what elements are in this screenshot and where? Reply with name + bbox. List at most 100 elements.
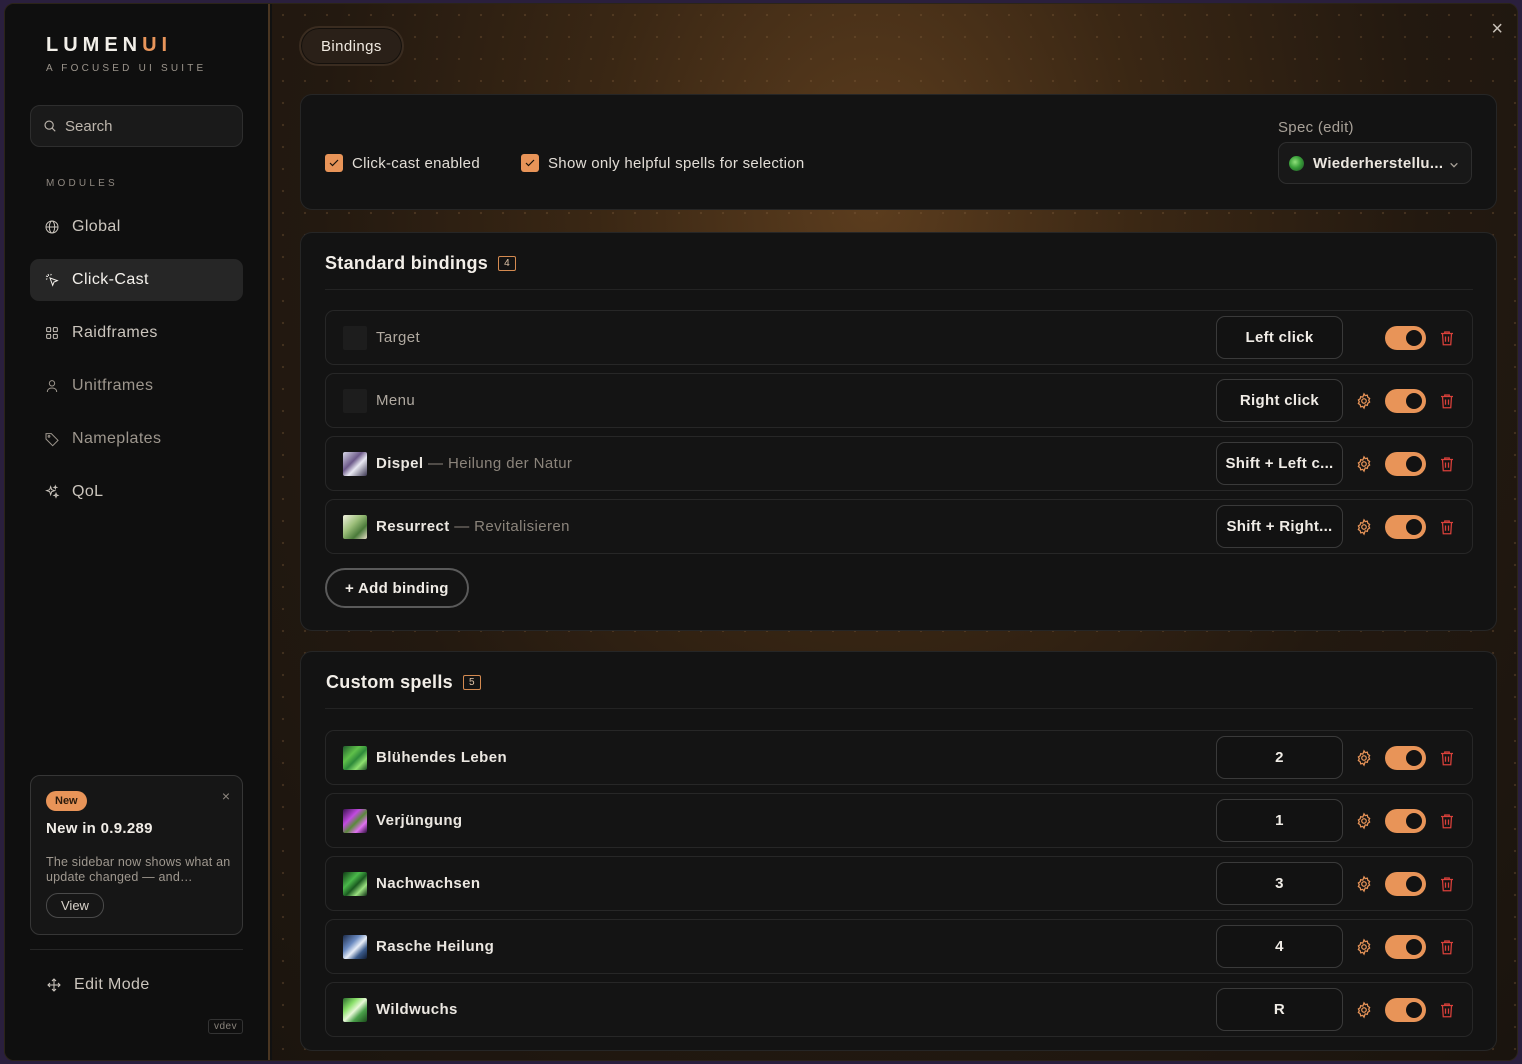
spell-name: Verjüngung (376, 812, 463, 829)
binding-key-button[interactable]: Shift + Left c... (1216, 442, 1343, 485)
gear-icon[interactable] (1355, 938, 1373, 956)
search-input[interactable] (65, 117, 225, 135)
regrowth-spell-icon (343, 872, 367, 896)
main-panel: Bindings × Click-cast enabled Show only … (272, 4, 1517, 1060)
binding-key-button[interactable]: 1 (1216, 799, 1343, 842)
trash-icon[interactable] (1438, 938, 1456, 956)
custom-spell-row: Blühendes Leben 2 (325, 730, 1473, 785)
chevron-down-icon (1449, 157, 1459, 168)
spec-value: Wiederherstellu... (1313, 154, 1444, 172)
trash-icon[interactable] (1438, 455, 1456, 473)
spell-subname: — Revitalisieren (454, 518, 570, 535)
sidebar-item-click-cast[interactable]: Click-Cast (30, 259, 243, 301)
helpful-only-checkbox[interactable]: Show only helpful spells for selection (521, 154, 805, 172)
sidebar-item-nameplates[interactable]: Nameplates (30, 418, 243, 460)
lifebloom-spell-icon (343, 746, 367, 770)
dispel-spell-icon (343, 452, 367, 476)
grid-icon (46, 327, 58, 339)
gear-icon[interactable] (1355, 1001, 1373, 1019)
binding-key-button[interactable]: Left click (1216, 316, 1343, 359)
binding-name: Target (376, 329, 421, 346)
custom-spell-row: Rasche Heilung 4 (325, 919, 1473, 974)
binding-row: Resurrect — Revitalisieren Shift + Right… (325, 499, 1473, 554)
brand-tagline: A FOCUSED UI SUITE (46, 63, 207, 74)
binding-key-button[interactable]: Right click (1216, 379, 1343, 422)
enable-toggle[interactable] (1385, 998, 1426, 1022)
sidebar-item-unitframes[interactable]: Unitframes (30, 365, 243, 407)
sidebar-item-label: QoL (72, 483, 104, 500)
binding-key-button[interactable]: Shift + Right... (1216, 505, 1343, 548)
click-cast-enabled-label: Click-cast enabled (352, 154, 480, 172)
divider (325, 708, 1473, 709)
sidebar-item-label: Unitframes (72, 377, 154, 394)
spell-name: Rasche Heilung (376, 938, 495, 955)
trash-icon[interactable] (1438, 749, 1456, 767)
divider (325, 289, 1473, 290)
sidebar-item-global[interactable]: Global (30, 206, 243, 248)
modules-section-label: MODULES (46, 178, 118, 189)
enable-toggle[interactable] (1385, 746, 1426, 770)
enable-toggle[interactable] (1385, 452, 1426, 476)
spell-name: Wildwuchs (376, 1001, 458, 1018)
count-badge: 5 (462, 675, 481, 690)
spell-name: Dispel (376, 455, 424, 472)
checkbox-checked-icon[interactable] (325, 154, 343, 172)
click-cast-enabled-checkbox[interactable]: Click-cast enabled (325, 154, 480, 172)
sidebar-item-raidframes[interactable]: Raidframes (30, 312, 243, 354)
helpful-only-label: Show only helpful spells for selection (548, 154, 805, 172)
trash-icon[interactable] (1438, 875, 1456, 893)
binding-name: Menu (376, 392, 416, 409)
gear-icon[interactable] (1355, 518, 1373, 536)
binding-key-button[interactable]: R (1216, 988, 1343, 1031)
news-view-button[interactable]: View (46, 893, 104, 918)
tab-bindings[interactable]: Bindings (299, 26, 404, 66)
sidebar: LUMENUI A FOCUSED UI SUITE MODULES Globa… (5, 4, 270, 1060)
trash-icon[interactable] (1438, 1001, 1456, 1019)
enable-toggle[interactable] (1385, 389, 1426, 413)
custom-spell-row: Nachwachsen 3 (325, 856, 1473, 911)
trash-icon[interactable] (1438, 329, 1456, 347)
checkbox-checked-icon[interactable] (521, 154, 539, 172)
gear-icon[interactable] (1355, 392, 1373, 410)
version-badge: vdev (208, 1019, 244, 1034)
gear-icon[interactable] (1355, 749, 1373, 767)
enable-toggle[interactable] (1385, 326, 1426, 350)
edit-mode-button[interactable]: Edit Mode (46, 976, 150, 994)
close-icon[interactable]: × (1491, 18, 1503, 41)
spec-select[interactable]: Wiederherstellu... (1278, 142, 1472, 184)
custom-spell-row: Verjüngung 1 (325, 793, 1473, 848)
news-card: New × New in 0.9.289 The sidebar now sho… (30, 775, 243, 935)
enable-toggle[interactable] (1385, 872, 1426, 896)
binding-row: Target Left click (325, 310, 1473, 365)
sidebar-item-qol[interactable]: QoL (30, 471, 243, 513)
enable-toggle[interactable] (1385, 515, 1426, 539)
trash-icon[interactable] (1438, 812, 1456, 830)
swiftmend-spell-icon (343, 935, 367, 959)
binding-key-button[interactable]: 3 (1216, 862, 1343, 905)
brand: LUMENUI A FOCUSED UI SUITE (46, 34, 206, 74)
gear-icon[interactable] (1355, 812, 1373, 830)
spell-name: Nachwachsen (376, 875, 481, 892)
binding-key-button[interactable]: 4 (1216, 925, 1343, 968)
standard-bindings-title: Standard bindings 4 (325, 253, 516, 274)
enable-toggle[interactable] (1385, 935, 1426, 959)
search-box[interactable] (30, 105, 243, 147)
blank-icon (343, 389, 367, 413)
gear-icon[interactable] (1355, 875, 1373, 893)
gear-icon[interactable] (1355, 455, 1373, 473)
binding-key-button[interactable]: 2 (1216, 736, 1343, 779)
binding-name: Dispel — Heilung der Natur (376, 455, 572, 472)
news-body: The sidebar now shows what an update cha… (46, 855, 231, 884)
add-binding-button[interactable]: + Add binding (325, 568, 469, 608)
trash-icon[interactable] (1438, 392, 1456, 410)
resurrect-spell-icon (343, 515, 367, 539)
standard-bindings-card: Standard bindings 4 Target Left click Me… (300, 232, 1497, 631)
section-title: Standard bindings (325, 253, 489, 273)
brand-name-main: LUMEN (46, 34, 143, 56)
custom-spell-row: Wildwuchs R (325, 982, 1473, 1037)
trash-icon[interactable] (1438, 518, 1456, 536)
brand-name: LUMENUI (46, 34, 206, 57)
binding-row: Dispel — Heilung der Natur Shift + Left … (325, 436, 1473, 491)
enable-toggle[interactable] (1385, 809, 1426, 833)
news-close-button[interactable]: × (222, 788, 230, 804)
